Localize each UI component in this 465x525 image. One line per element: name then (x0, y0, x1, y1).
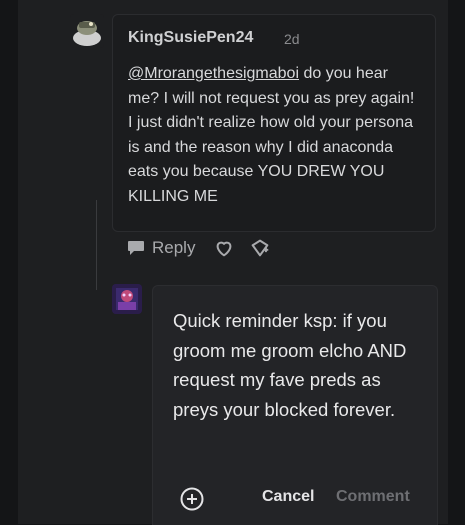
cancel-button[interactable]: Cancel (262, 488, 314, 506)
heart-icon[interactable] (213, 237, 235, 259)
gift-icon[interactable] (249, 237, 271, 259)
plus-circle-icon[interactable] (179, 486, 205, 512)
user-mention-link[interactable]: @Mrorangethesigmaboi (128, 65, 299, 82)
commenter-avatar[interactable] (70, 14, 104, 48)
comment-submit-button[interactable]: Comment (336, 488, 410, 506)
reply-button[interactable]: Reply (126, 238, 195, 258)
reply-author-avatar[interactable] (112, 284, 142, 314)
reply-editor-text[interactable]: Quick reminder ksp: if you groom me groo… (173, 306, 423, 424)
comment-username[interactable]: KingSusiePen24 (128, 29, 253, 47)
reply-label: Reply (152, 238, 196, 257)
comment-body-text: do you hear me? I will not request you a… (128, 65, 415, 205)
comment-timestamp: 2d (284, 31, 300, 47)
chat-bubble-icon (128, 241, 144, 255)
thread-line (96, 200, 97, 290)
comment-body: @Mrorangethesigmaboi do you hear me? I w… (128, 62, 418, 210)
comment-actions: Reply (126, 236, 285, 260)
